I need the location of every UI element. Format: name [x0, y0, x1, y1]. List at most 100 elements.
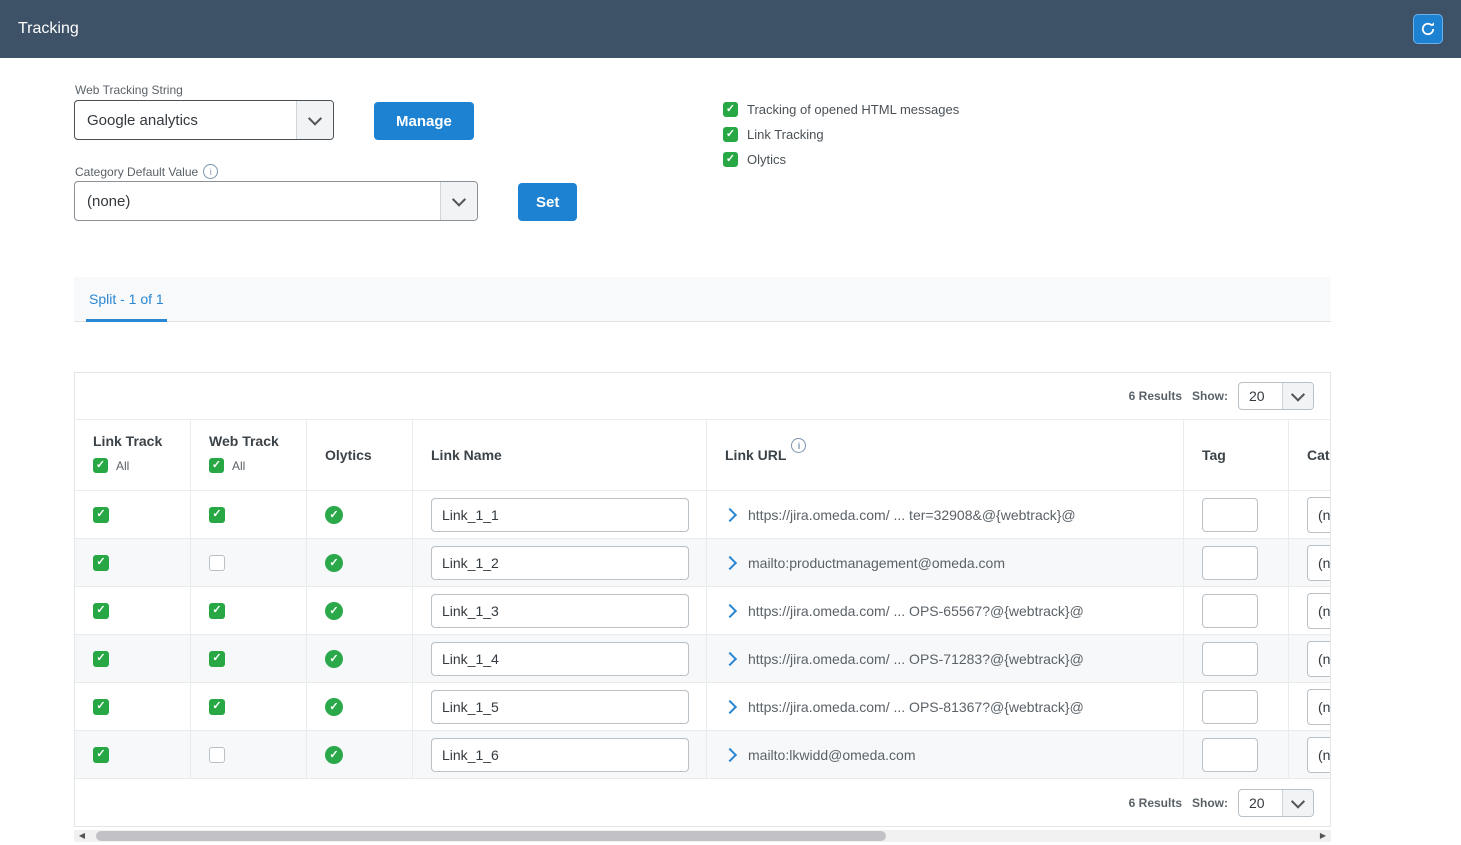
- olytics-enabled-icon: ✓: [325, 506, 343, 524]
- page-size-select[interactable]: 20: [1238, 789, 1314, 817]
- select-all-label: All: [232, 459, 245, 473]
- web-tracking-label: Web Tracking String: [75, 83, 183, 97]
- web-track-checkbox[interactable]: ✓: [209, 507, 225, 523]
- select-all-label: All: [116, 459, 129, 473]
- category-default-value: (none): [75, 182, 440, 220]
- expand-chevron-icon[interactable]: [723, 651, 737, 665]
- scroll-right-arrow-icon[interactable]: ▶: [1315, 830, 1331, 842]
- checkbox-icon: ✓: [723, 102, 738, 117]
- column-header-link-track: Link Track ✓ All: [75, 420, 190, 490]
- web-track-checkbox[interactable]: ✓: [209, 555, 225, 571]
- category-default-select[interactable]: (none): [74, 181, 478, 221]
- tracking-controls: Web Tracking String Google analytics Man…: [74, 83, 1331, 221]
- link-track-checkbox[interactable]: ✓: [93, 507, 109, 523]
- web-track-checkbox[interactable]: ✓: [209, 651, 225, 667]
- links-table-panel: 6 Results Show: 20 Link Track ✓ All Web …: [74, 372, 1331, 827]
- horizontal-scrollbar[interactable]: ◀ ▶: [74, 830, 1331, 842]
- expand-chevron-icon[interactable]: [723, 603, 737, 617]
- column-header-tag: Tag: [1183, 420, 1288, 490]
- table-row: ✓ ✓ ✓ https://jira.omeda.com/ ... OPS-81…: [75, 682, 1330, 730]
- link-name-input[interactable]: [431, 498, 689, 532]
- category-select[interactable]: (none): [1307, 689, 1330, 725]
- page-size-select[interactable]: 20: [1238, 382, 1314, 410]
- column-header-web-track: Web Track ✓ All: [190, 420, 306, 490]
- link-name-input[interactable]: [431, 690, 689, 724]
- scrollbar-thumb[interactable]: [96, 831, 886, 841]
- link-url-text: mailto:lkwidd@omeda.com: [748, 747, 916, 763]
- olytics-enabled-icon: ✓: [325, 650, 343, 668]
- link-url-text: https://jira.omeda.com/ ... ter=32908&@{…: [748, 507, 1076, 523]
- manage-button[interactable]: Manage: [374, 102, 474, 140]
- checkbox-olytics[interactable]: ✓ Olytics: [723, 152, 959, 167]
- category-select[interactable]: (none): [1307, 497, 1330, 533]
- show-label: Show:: [1192, 796, 1228, 810]
- expand-chevron-icon[interactable]: [723, 699, 737, 713]
- link-name-input[interactable]: [431, 546, 689, 580]
- set-button[interactable]: Set: [518, 183, 577, 221]
- category-select[interactable]: (none): [1307, 593, 1330, 629]
- web-track-checkbox[interactable]: ✓: [209, 747, 225, 763]
- link-track-checkbox[interactable]: ✓: [93, 603, 109, 619]
- expand-chevron-icon[interactable]: [723, 555, 737, 569]
- checkbox-icon: ✓: [723, 152, 738, 167]
- refresh-button[interactable]: [1413, 14, 1443, 44]
- scrollbar-track[interactable]: [90, 830, 1315, 842]
- link-url-text: https://jira.omeda.com/ ... OPS-81367?@{…: [748, 699, 1084, 715]
- table-row: ✓ ✓ ✓ https://jira.omeda.com/ ... OPS-71…: [75, 634, 1330, 682]
- link-name-input[interactable]: [431, 642, 689, 676]
- split-tabs: Split - 1 of 1: [74, 277, 1331, 322]
- olytics-enabled-icon: ✓: [325, 602, 343, 620]
- checkbox-link-tracking[interactable]: ✓ Link Tracking: [723, 127, 959, 142]
- tag-input[interactable]: [1202, 498, 1258, 532]
- link-name-input[interactable]: [431, 594, 689, 628]
- web-track-select-all-checkbox[interactable]: ✓: [209, 458, 224, 473]
- table-row: ✓ ✓ ✓ mailto:lkwidd@omeda.com (none): [75, 730, 1330, 778]
- category-select[interactable]: (none): [1307, 545, 1330, 581]
- info-icon: i: [203, 164, 218, 179]
- web-track-checkbox[interactable]: ✓: [209, 603, 225, 619]
- table-body: ✓ ✓ ✓ https://jira.omeda.com/ ... ter=32…: [75, 490, 1330, 778]
- checkbox-label: Tracking of opened HTML messages: [747, 102, 959, 117]
- tag-input[interactable]: [1202, 642, 1258, 676]
- checkbox-icon: ✓: [723, 127, 738, 142]
- olytics-enabled-icon: ✓: [325, 746, 343, 764]
- table-scroll-area[interactable]: Link Track ✓ All Web Track ✓ All Olytics…: [75, 420, 1330, 778]
- web-track-checkbox[interactable]: ✓: [209, 699, 225, 715]
- expand-chevron-icon[interactable]: [723, 747, 737, 761]
- category-default-label: Category Default Value i: [75, 164, 218, 179]
- scroll-left-arrow-icon[interactable]: ◀: [74, 830, 90, 842]
- refresh-icon: [1420, 21, 1436, 37]
- link-track-checkbox[interactable]: ✓: [93, 699, 109, 715]
- olytics-enabled-icon: ✓: [325, 698, 343, 716]
- app-header: Tracking: [0, 0, 1461, 58]
- results-count: 6 Results: [1129, 389, 1182, 403]
- column-header-link-name: Link Name: [412, 420, 706, 490]
- olytics-enabled-icon: ✓: [325, 554, 343, 572]
- web-tracking-value: Google analytics: [75, 101, 296, 139]
- info-icon: i: [791, 438, 806, 453]
- chevron-down-icon: [296, 101, 333, 139]
- category-select[interactable]: (none): [1307, 641, 1330, 677]
- web-tracking-select[interactable]: Google analytics: [74, 100, 334, 140]
- expand-chevron-icon[interactable]: [723, 507, 737, 521]
- checkbox-label: Olytics: [747, 152, 786, 167]
- link-track-select-all-checkbox[interactable]: ✓: [93, 458, 108, 473]
- checkbox-tracking-opened-html[interactable]: ✓ Tracking of opened HTML messages: [723, 102, 959, 117]
- link-track-checkbox[interactable]: ✓: [93, 651, 109, 667]
- chevron-down-icon: [1282, 790, 1313, 816]
- link-name-input[interactable]: [431, 738, 689, 772]
- category-select[interactable]: (none): [1307, 737, 1330, 773]
- link-track-checkbox[interactable]: ✓: [93, 555, 109, 571]
- checkbox-label: Link Tracking: [747, 127, 824, 142]
- pagination-bottom: 6 Results Show: 20: [75, 778, 1330, 826]
- table-row: ✓ ✓ ✓ https://jira.omeda.com/ ... ter=32…: [75, 490, 1330, 538]
- table-header-row: Link Track ✓ All Web Track ✓ All Olytics…: [75, 420, 1330, 490]
- link-url-text: https://jira.omeda.com/ ... OPS-71283?@{…: [748, 651, 1084, 667]
- tag-input[interactable]: [1202, 690, 1258, 724]
- tag-input[interactable]: [1202, 594, 1258, 628]
- link-url-text: mailto:productmanagement@omeda.com: [748, 555, 1005, 571]
- tag-input[interactable]: [1202, 546, 1258, 580]
- link-track-checkbox[interactable]: ✓: [93, 747, 109, 763]
- tag-input[interactable]: [1202, 738, 1258, 772]
- tab-split-1[interactable]: Split - 1 of 1: [86, 277, 167, 321]
